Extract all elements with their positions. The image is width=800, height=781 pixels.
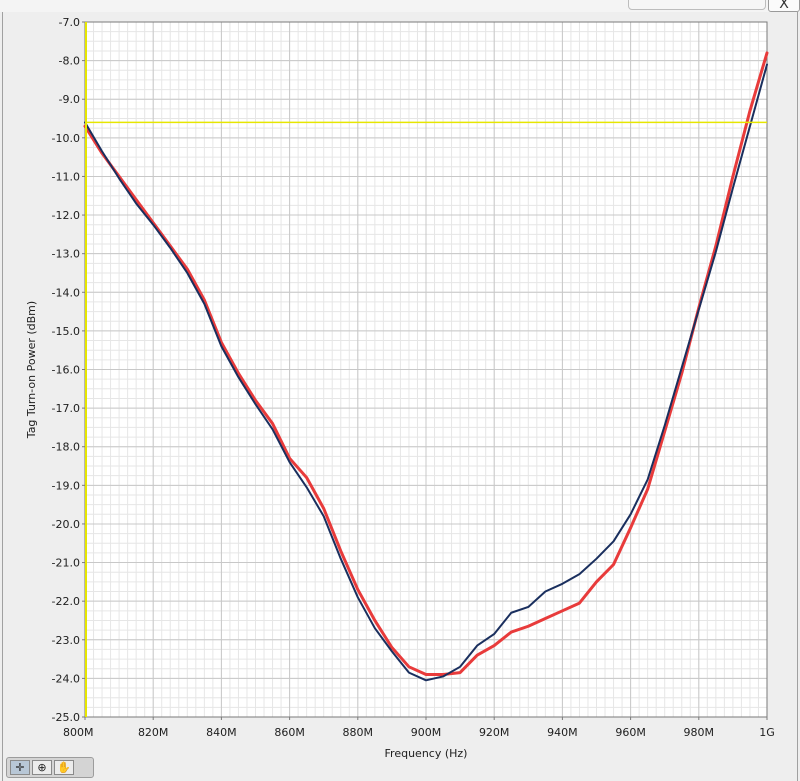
y-tick-label: -7.0 [59, 16, 80, 29]
y-tick-label: -22.0 [52, 595, 80, 608]
y-tick-label: -23.0 [52, 634, 80, 647]
y-tick-label: -17.0 [52, 402, 80, 415]
zoom-icon[interactable]: ⊕ [32, 760, 52, 775]
y-tick-label: -12.0 [52, 209, 80, 222]
x-axis-title: Frequency (Hz) [385, 747, 468, 760]
x-tick-label: 900M [411, 726, 442, 739]
y-tick-label: -18.0 [52, 441, 80, 454]
y-tick-label: -25.0 [52, 711, 80, 724]
y-tick-label: -15.0 [52, 325, 80, 338]
y-tick-label: -10.0 [52, 132, 80, 145]
x-axis-ticks: 800M 820M 840M 860M 880M 900M 920M 940M 960M 980M… [63, 717, 775, 739]
crosshair-icon[interactable]: ✛ [10, 760, 30, 775]
x-tick-label: 800M [63, 726, 94, 739]
hand-pan-icon[interactable]: ✋ [54, 760, 74, 775]
x-tick-label: 980M [684, 726, 715, 739]
y-tick-label: -11.0 [52, 170, 80, 183]
y-tick-label: -14.0 [52, 286, 80, 299]
y-tick-label: -20.0 [52, 518, 80, 531]
x-tick-label: 880M [343, 726, 374, 739]
x-tick-label: 840M [206, 726, 237, 739]
chart[interactable]: -7.0 -8.0 -9.0 -10.0 -11.0 -12.0 -13.0 -14.0 -15… [0, 0, 800, 781]
y-tick-label: -21.0 [52, 557, 80, 570]
y-tick-label: -13.0 [52, 248, 80, 261]
y-tick-label: -8.0 [59, 55, 80, 68]
y-tick-label: -16.0 [52, 364, 80, 377]
x-tick-label: 1G [759, 726, 775, 739]
y-axis-title: Tag Turn-on Power (dBm) [25, 301, 38, 439]
y-tick-label: -19.0 [52, 479, 80, 492]
x-tick-label: 820M [138, 726, 169, 739]
x-tick-label: 960M [615, 726, 646, 739]
y-tick-label: -24.0 [52, 672, 80, 685]
x-tick-label: 860M [274, 726, 305, 739]
graph-palette: ✛ ⊕ ✋ [6, 757, 94, 778]
y-tick-label: -9.0 [59, 93, 80, 106]
y-axis-ticks: -7.0 -8.0 -9.0 -10.0 -11.0 -12.0 -13.0 -14.0 -15… [52, 16, 85, 724]
x-tick-label: 940M [547, 726, 578, 739]
x-tick-label: 920M [479, 726, 510, 739]
